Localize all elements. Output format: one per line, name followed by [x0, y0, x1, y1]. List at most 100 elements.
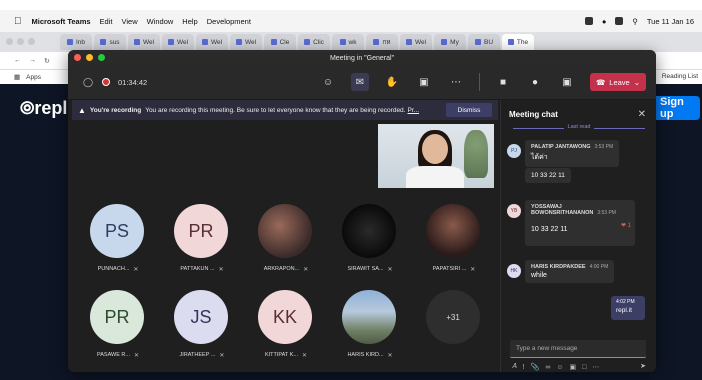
browser-tab[interactable]: sus [94, 34, 126, 50]
chat-message[interactable]: HK HARIS KIRDPAKDEE 4:00 PM while [507, 260, 627, 290]
participant-tile[interactable]: ARKRAPON... ✕ [248, 204, 318, 284]
search-icon[interactable]: ⚲ [632, 17, 638, 26]
participant-name-row: ARKRAPON... ✕ [248, 266, 324, 273]
browser-close-icon[interactable] [6, 38, 13, 45]
message-bubble: PALATIP JANTAWONG 3:53 PM ได้ค่า [525, 140, 620, 167]
participant-tile[interactable]: JS JIRATHEEP ... ✕ [164, 290, 234, 370]
back-arrow-icon[interactable]: ← [14, 57, 21, 64]
replit-logo[interactable]: ⦾repl [20, 98, 67, 119]
browser-tab-label: Wel [414, 38, 427, 46]
rooms-icon[interactable]: ▣ [415, 73, 433, 91]
zoom-window-icon[interactable] [98, 54, 105, 61]
participant-name: PAPATSIRI ... [432, 266, 467, 272]
exclamation-icon[interactable]: ! [523, 364, 525, 371]
send-icon[interactable]: ➤ [640, 362, 646, 370]
privacy-link[interactable]: Pr... [407, 107, 419, 114]
status-app-icon[interactable] [584, 17, 593, 25]
leave-button[interactable]: ☎ Leave ⌄ [590, 73, 646, 91]
reading-list[interactable]: Reading List [662, 73, 698, 80]
more-compose-icon[interactable]: ⋯ [592, 363, 599, 371]
mic-muted-icon: ✕ [470, 267, 476, 273]
menu-view[interactable]: View [121, 17, 137, 26]
browser-tab-strip: Inb sus Wel Wel Wel Wel Cle Clic wk กห W… [0, 32, 702, 52]
loop-icon[interactable]: ∞ [545, 364, 550, 371]
sticker-icon[interactable]: □ [582, 364, 586, 371]
more-participants-tile[interactable]: +31 [416, 290, 486, 370]
reload-icon[interactable]: ↻ [44, 57, 50, 65]
menu-app-name[interactable]: Microsoft Teams [32, 17, 91, 26]
shield-icon[interactable]: ◯ [82, 76, 94, 88]
recording-banner-text: You are recording this meeting. Be sure … [145, 106, 406, 114]
chat-icon[interactable]: ✉ [351, 73, 369, 91]
reactions-icon[interactable]: ✋ [383, 73, 401, 91]
browser-tab[interactable]: Wel [128, 34, 160, 50]
avatar-photo [342, 204, 396, 258]
browser-tab-active[interactable]: The [502, 34, 534, 50]
browser-tab[interactable]: My [434, 34, 466, 50]
my-chat-message[interactable]: 4:02 PM repl.it [611, 296, 645, 320]
minimize-window-icon[interactable] [86, 54, 93, 61]
chat-message[interactable]: YB YOSSAWAJ BOWONSRITHANANON 3:53 PM 10 3… [507, 200, 635, 250]
browser-tab-label: The [516, 38, 529, 46]
microphone-icon[interactable]: ● [526, 73, 544, 91]
gif-icon[interactable]: ▣ [570, 363, 577, 371]
tab-favicon-icon [507, 39, 514, 45]
camera-icon[interactable]: ■ [494, 73, 512, 91]
bookmark-apps[interactable]: Apps [26, 74, 41, 81]
wifi-icon[interactable]: ● [602, 17, 607, 26]
message-compose-input[interactable]: Type a new message [510, 340, 646, 358]
browser-tab[interactable]: Cle [264, 34, 296, 50]
participant-tile[interactable]: KK KITTIPAT K... ✕ [248, 290, 318, 370]
heart-reaction-icon[interactable]: ❤ 1 [621, 222, 631, 229]
share-screen-icon[interactable]: ▣ [558, 73, 576, 91]
menu-window[interactable]: Window [147, 17, 174, 26]
participant-tile[interactable]: PS PUNNACH... ✕ [80, 204, 150, 284]
toolbar-left: ◯ 01:34:42 [82, 76, 147, 88]
chat-message[interactable]: PJ PALATIP JANTAWONG 3:53 PM ได้ค่า 10 33… [507, 140, 627, 184]
browser-zoom-icon[interactable] [28, 38, 35, 45]
browser-tab[interactable]: wk [332, 34, 364, 50]
browser-tab[interactable]: Wel [400, 34, 432, 50]
mic-muted-icon: ✕ [387, 267, 393, 273]
speaker-video[interactable] [378, 124, 494, 188]
close-icon[interactable]: ✕ [638, 109, 646, 120]
apple-icon[interactable]:  [14, 16, 22, 27]
tab-favicon-icon [373, 39, 380, 45]
dismiss-button[interactable]: Dismiss [446, 103, 492, 117]
emoji-icon[interactable]: ☺ [556, 364, 563, 371]
gmail-icon [66, 39, 73, 45]
browser-tab[interactable]: Wel [230, 34, 262, 50]
more-options-icon[interactable]: ⋯ [447, 73, 465, 91]
browser-tab[interactable]: Wel [162, 34, 194, 50]
message-bubble: YOSSAWAJ BOWONSRITHANANON 3:53 PM 10 33 2… [525, 200, 635, 246]
mic-muted-icon: ✕ [387, 353, 393, 359]
clock[interactable]: Tue 11 Jan 16 [647, 17, 694, 26]
forward-arrow-icon[interactable]: → [29, 57, 36, 64]
recording-icon [102, 78, 110, 86]
browser-tab[interactable]: Clic [298, 34, 330, 50]
message-sender-row: YOSSAWAJ BOWONSRITHANANON 3:53 PM [531, 204, 629, 216]
attach-icon[interactable]: 📎 [531, 363, 540, 371]
browser-tab[interactable]: Inb [60, 34, 92, 50]
participant-tile[interactable]: PR PATTAKUN ... ✕ [164, 204, 234, 284]
participant-tile[interactable]: HARIS KIRD... ✕ [332, 290, 402, 370]
message-sender: YOSSAWAJ BOWONSRITHANANON [531, 204, 594, 216]
participant-tile[interactable]: PR PASAWE R... ✕ [80, 290, 150, 370]
browser-minimize-icon[interactable] [17, 38, 24, 45]
apps-grid-icon[interactable]: ▦ [14, 73, 20, 81]
participant-name-row: PUNNACH... ✕ [80, 266, 156, 273]
close-window-icon[interactable] [74, 54, 81, 61]
menu-development[interactable]: Development [207, 17, 251, 26]
browser-tab[interactable]: Wel [196, 34, 228, 50]
menu-help[interactable]: Help [182, 17, 197, 26]
format-icon[interactable]: 𝐴 [512, 363, 517, 371]
menu-edit[interactable]: Edit [100, 17, 113, 26]
browser-tab[interactable]: BU [468, 34, 500, 50]
participant-tile[interactable]: PAPATSIRI ... ✕ [416, 204, 486, 284]
participant-tile[interactable]: SIRAWIT SA... ✕ [332, 204, 402, 284]
replit-signup-button[interactable]: Sign up [652, 96, 700, 120]
battery-icon[interactable] [615, 17, 624, 25]
browser-tab[interactable]: กห [366, 34, 398, 50]
people-icon[interactable]: ☺ [319, 73, 337, 91]
video-person-body [406, 166, 464, 188]
